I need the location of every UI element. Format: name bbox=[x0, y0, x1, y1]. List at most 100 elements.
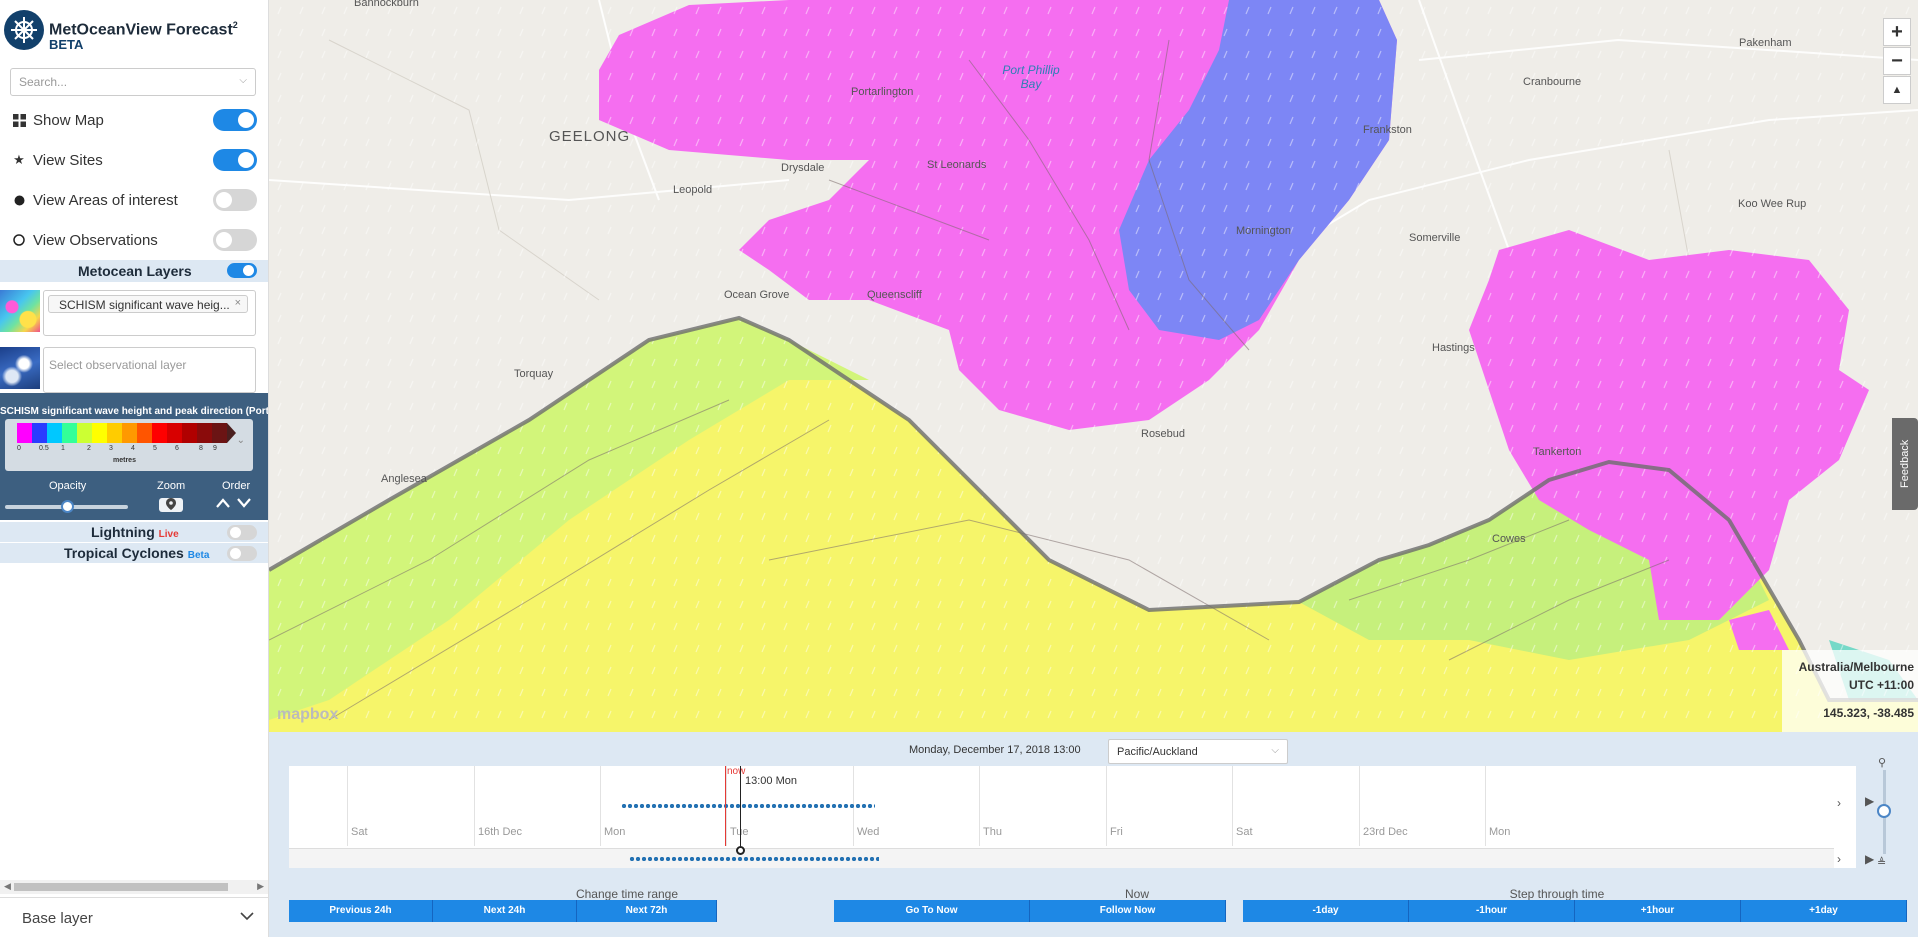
toggle-row-show-map: Show Map bbox=[10, 105, 260, 135]
metocean-layers-toggle[interactable] bbox=[227, 263, 257, 278]
star-icon: ★ bbox=[13, 152, 25, 167]
colorbar-swatch bbox=[152, 423, 167, 443]
place-st-leonards: St Leonards bbox=[927, 159, 987, 171]
lightning-toggle[interactable] bbox=[227, 525, 257, 540]
place-pakenham: Pakenham bbox=[1739, 37, 1792, 49]
colorbar-swatch bbox=[182, 423, 197, 443]
next-72h-button[interactable]: Next 72h bbox=[577, 900, 717, 922]
map-view[interactable]: Bannockburn GEELONG Portarlington Port P… bbox=[269, 0, 1918, 732]
place-hastings: Hastings bbox=[1432, 342, 1475, 354]
place-drysdale: Drysdale bbox=[781, 162, 825, 174]
zoom-label: Zoom bbox=[157, 480, 186, 492]
place-tankerton: Tankerton bbox=[1533, 446, 1582, 458]
chevron-right-icon[interactable]: › bbox=[1837, 796, 1841, 810]
timeline-day-label: 16th Dec bbox=[478, 826, 523, 838]
sidebar: MetOceanView Forecast2 BETA Search... ⌵ … bbox=[0, 0, 269, 937]
now-marker bbox=[725, 766, 726, 846]
timeline-day-divider bbox=[347, 766, 348, 846]
toggle-row-view-sites: ★ View Sites bbox=[10, 145, 260, 175]
compass-button[interactable]: ▲ bbox=[1883, 76, 1911, 104]
minus-1-day-button[interactable]: -1day bbox=[1243, 900, 1409, 922]
wave-layer-thumbnail[interactable] bbox=[0, 290, 40, 332]
base-layer-select[interactable]: Base layer bbox=[0, 897, 268, 937]
timezone-select[interactable]: Pacific/Auckland ⌵ bbox=[1108, 739, 1288, 764]
minus-1-hour-button[interactable]: -1hour bbox=[1409, 900, 1575, 922]
scroll-right-icon[interactable]: ▶ bbox=[257, 881, 264, 892]
timeline-overview-strip[interactable] bbox=[289, 848, 1834, 868]
zoom-to-layer-button[interactable] bbox=[159, 498, 183, 512]
colorbar-swatch bbox=[32, 423, 47, 443]
active-layer-chip[interactable]: SCHISM significant wave heig... × bbox=[48, 295, 248, 313]
metocean-layer-select[interactable]: SCHISM significant wave heig... × bbox=[43, 290, 256, 336]
view-observations-toggle[interactable] bbox=[213, 229, 257, 251]
time-cursor-handle[interactable] bbox=[736, 846, 745, 855]
colorbar-tick-label: 0 bbox=[17, 445, 21, 452]
place-cranbourne: Cranbourne bbox=[1523, 76, 1582, 88]
lightning-row: Lightning Live bbox=[0, 522, 268, 542]
colorbar-box[interactable]: 0 0.5 1 2 3 4 5 6 8 9 metres ⌄ bbox=[5, 419, 253, 471]
timeline-zoom-slider[interactable]: ⚲ ≜ bbox=[1877, 757, 1891, 872]
previous-24h-button[interactable]: Previous 24h bbox=[289, 900, 433, 922]
opacity-slider-handle[interactable] bbox=[61, 500, 75, 513]
place-torquay: Torquay bbox=[514, 368, 554, 380]
observational-layer-row: Select observational layer bbox=[0, 345, 268, 393]
legend-title: SCHISM significant wave height and peak … bbox=[0, 406, 268, 417]
play-icon[interactable]: ▶ bbox=[1865, 852, 1874, 866]
play-icon[interactable]: ▶ bbox=[1865, 794, 1874, 808]
order-up-icon[interactable] bbox=[216, 495, 230, 511]
opacity-slider[interactable] bbox=[5, 500, 128, 513]
layer-legend-panel: SCHISM significant wave height and peak … bbox=[0, 393, 268, 520]
colorbar-swatch bbox=[212, 423, 227, 443]
place-leopold: Leopold bbox=[673, 184, 713, 196]
sidebar-horizontal-scrollbar[interactable]: ◀ ▶ bbox=[0, 880, 268, 894]
go-to-now-button[interactable]: Go To Now bbox=[834, 900, 1030, 922]
overview-dots bbox=[629, 857, 879, 861]
show-map-toggle[interactable] bbox=[213, 109, 257, 131]
colorbar-swatch bbox=[122, 423, 137, 443]
chevron-down-icon: ⌄ bbox=[236, 435, 245, 446]
scroll-left-icon[interactable]: ◀ bbox=[4, 881, 11, 892]
brand[interactable]: MetOceanView Forecast2 BETA bbox=[4, 8, 266, 52]
view-areas-label: View Areas of interest bbox=[33, 192, 178, 209]
colorbar-swatch bbox=[107, 423, 122, 443]
search-input[interactable]: Search... ⌵ bbox=[10, 68, 256, 96]
zoom-in-button[interactable]: + bbox=[1883, 18, 1911, 46]
feedback-tab[interactable]: Feedback bbox=[1892, 418, 1918, 510]
colorbar-tick-label: 4 bbox=[131, 445, 135, 452]
observational-layer-select[interactable]: Select observational layer bbox=[43, 347, 256, 393]
chevron-right-icon[interactable]: › bbox=[1837, 852, 1841, 866]
timeline-zoom-handle[interactable] bbox=[1877, 804, 1891, 818]
colorbar-swatch bbox=[47, 423, 62, 443]
scrollbar-thumb[interactable] bbox=[14, 883, 228, 891]
place-portarlington: Portarlington bbox=[851, 86, 914, 98]
colorbar-swatch bbox=[197, 423, 212, 443]
timeline-day-divider bbox=[1359, 766, 1360, 846]
colorbar-tick-label: 5 bbox=[153, 445, 157, 452]
now-marker-label: now bbox=[727, 766, 746, 777]
tropical-cyclones-toggle[interactable] bbox=[227, 546, 257, 561]
observation-layer-thumbnail[interactable] bbox=[0, 347, 40, 389]
colorbar-tick-label: 2 bbox=[87, 445, 91, 452]
view-areas-toggle[interactable] bbox=[213, 189, 257, 211]
follow-now-button[interactable]: Follow Now bbox=[1030, 900, 1226, 922]
timeline-day-divider bbox=[1106, 766, 1107, 846]
colorbar-unit: metres bbox=[113, 457, 136, 464]
metocean-layers-label: Metocean Layers bbox=[78, 263, 192, 279]
time-cursor-label: 13:00 Mon bbox=[745, 775, 797, 787]
plus-1-hour-button[interactable]: +1hour bbox=[1575, 900, 1741, 922]
mapbox-attribution[interactable]: mapbox bbox=[277, 706, 338, 724]
location-pin-icon bbox=[166, 498, 176, 510]
time-cursor[interactable] bbox=[740, 766, 741, 848]
remove-layer-icon[interactable]: × bbox=[235, 297, 241, 309]
plus-1-day-button[interactable]: +1day bbox=[1741, 900, 1907, 922]
zoom-out-button[interactable]: − bbox=[1883, 47, 1911, 75]
opacity-label: Opacity bbox=[49, 480, 87, 492]
chevron-down-icon: ⌵ bbox=[1271, 745, 1279, 756]
colorbar-tick-label: 1 bbox=[61, 445, 65, 452]
view-sites-toggle[interactable] bbox=[213, 149, 257, 171]
next-24h-button[interactable]: Next 24h bbox=[433, 900, 577, 922]
grid-icon bbox=[12, 113, 26, 127]
timeline-day-label: Mon bbox=[1489, 826, 1511, 838]
timeline-track[interactable]: Sat16th DecMonTueWedThuFriSat23rd DecMon… bbox=[289, 766, 1856, 868]
order-down-icon[interactable] bbox=[237, 495, 251, 511]
